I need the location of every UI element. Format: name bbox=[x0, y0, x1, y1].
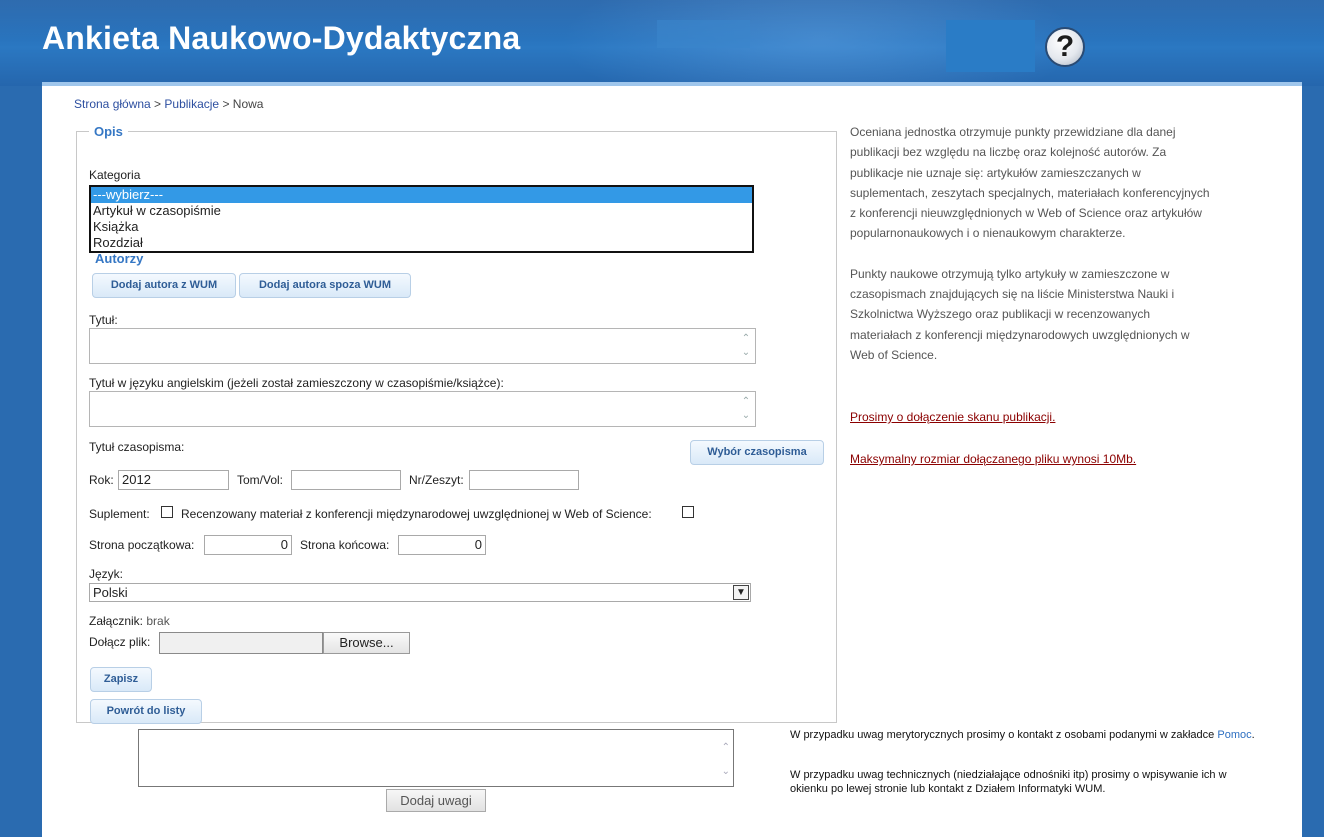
title-en-label: Tytuł w języku angielskim (jeżeli został… bbox=[89, 376, 504, 390]
max-size-link[interactable]: Maksymalny rozmiar dołączanego pliku wyn… bbox=[850, 452, 1136, 466]
save-button[interactable]: Zapisz bbox=[90, 667, 152, 692]
file-path-field[interactable] bbox=[159, 632, 323, 654]
scroll-arrows-icon[interactable]: ⌃ ⌄ bbox=[740, 332, 752, 360]
breadcrumb-publications-link[interactable]: Publikacje bbox=[164, 97, 219, 111]
attachment-label: Załącznik: brak bbox=[89, 614, 170, 628]
main-content: Strona główna > Publikacje > Nowa Opis K… bbox=[42, 86, 1302, 837]
add-author-wum-button[interactable]: Dodaj autora z WUM bbox=[92, 273, 236, 298]
category-label: Kategoria bbox=[89, 168, 141, 182]
language-label: Język: bbox=[89, 567, 124, 581]
chevron-down-icon[interactable]: ▼ bbox=[733, 585, 749, 600]
header-block bbox=[657, 20, 750, 48]
page-header: Ankieta Naukowo-Dydaktyczna ? bbox=[0, 0, 1324, 86]
question-mark-icon[interactable]: ? bbox=[1045, 27, 1085, 67]
issue-label: Nr/Zeszyt: bbox=[409, 473, 464, 487]
start-page-label: Strona początkowa: bbox=[89, 538, 195, 552]
authors-title: Autorzy bbox=[95, 251, 144, 266]
year-label: Rok: bbox=[89, 473, 114, 487]
app-title: Ankieta Naukowo-Dydaktyczna bbox=[42, 20, 521, 56]
volume-label: Tom/Vol: bbox=[237, 473, 284, 487]
breadcrumb-home-link[interactable]: Strona główna bbox=[74, 97, 151, 111]
info-paragraph: Punkty naukowe otrzymują tylko artykuły … bbox=[850, 266, 1190, 362]
browse-button[interactable]: Browse... bbox=[323, 632, 410, 654]
title-label: Tytuł: bbox=[89, 313, 118, 327]
breadcrumb-separator: > bbox=[219, 97, 233, 111]
category-option[interactable]: Artykuł w czasopiśmie bbox=[91, 203, 752, 219]
fieldset-legend: Opis bbox=[94, 124, 123, 139]
issue-input[interactable] bbox=[469, 470, 579, 490]
technical-contact-info: W przypadku uwag technicznych (niedziała… bbox=[790, 769, 1227, 795]
title-textarea[interactable]: ⌃ ⌄ bbox=[89, 328, 756, 364]
breadcrumb-separator: > bbox=[150, 97, 165, 111]
breadcrumb-current: Nowa bbox=[232, 97, 264, 111]
help-link[interactable]: Pomoc bbox=[1217, 729, 1251, 741]
info-paragraph: Oceniana jednostka otrzymuje punkty prze… bbox=[850, 125, 1210, 241]
language-selected-value: Polski bbox=[93, 585, 128, 600]
comment-textarea[interactable]: ⌃ ⌄ bbox=[138, 729, 734, 787]
add-comment-button[interactable]: Dodaj uwagi bbox=[386, 789, 486, 812]
supplement-label: Suplement: bbox=[89, 507, 150, 521]
journal-label: Tytuł czasopisma: bbox=[89, 440, 185, 454]
scan-request-link[interactable]: Prosimy o dołączenie skanu publikacji. bbox=[850, 410, 1055, 424]
back-to-list-button[interactable]: Powrót do listy bbox=[90, 699, 202, 724]
choose-journal-button[interactable]: Wybór czasopisma bbox=[690, 440, 824, 465]
info-panel: Oceniana jednostka otrzymuje punkty prze… bbox=[850, 122, 1210, 385]
category-listbox[interactable]: ---wybierz--- Artykuł w czasopiśmie Ksią… bbox=[89, 185, 754, 253]
content-contact-info: W przypadku uwag merytorycznych prosimy … bbox=[790, 728, 1260, 742]
breadcrumb: Strona główna > Publikacje > Nowa bbox=[74, 97, 263, 111]
end-page-label: Strona końcowa: bbox=[300, 538, 390, 552]
scroll-arrows-icon[interactable]: ⌃ ⌄ bbox=[722, 736, 730, 784]
category-option[interactable]: ---wybierz--- bbox=[91, 187, 752, 203]
description-fieldset: Opis Kategoria ---wybierz--- Artykuł w c… bbox=[76, 124, 837, 724]
title-en-textarea[interactable]: ⌃ ⌄ bbox=[89, 391, 756, 427]
attach-file-label: Dołącz plik: bbox=[89, 635, 151, 649]
start-page-input[interactable]: 0 bbox=[204, 535, 292, 555]
add-author-external-button[interactable]: Dodaj autora spoza WUM bbox=[239, 273, 411, 298]
category-option[interactable]: Rozdział bbox=[91, 235, 752, 251]
volume-input[interactable] bbox=[291, 470, 401, 490]
scroll-arrows-icon[interactable]: ⌃ ⌄ bbox=[740, 395, 752, 423]
language-select[interactable]: Polski ▼ bbox=[89, 583, 751, 602]
punctuation: . bbox=[1251, 729, 1255, 741]
reviewed-checkbox[interactable] bbox=[682, 506, 694, 518]
attachment-value: brak bbox=[146, 614, 170, 628]
supplement-checkbox[interactable] bbox=[161, 506, 173, 518]
reviewed-label: Recenzowany materiał z konferencji międz… bbox=[181, 507, 652, 521]
year-input[interactable]: 2012 bbox=[118, 470, 229, 490]
content-contact-text: W przypadku uwag merytorycznych prosimy … bbox=[790, 729, 1215, 741]
attachment-label-text: Załącznik: bbox=[89, 614, 144, 628]
end-page-input[interactable]: 0 bbox=[398, 535, 486, 555]
category-option[interactable]: Książka bbox=[91, 219, 752, 235]
header-block-2 bbox=[946, 20, 1035, 72]
